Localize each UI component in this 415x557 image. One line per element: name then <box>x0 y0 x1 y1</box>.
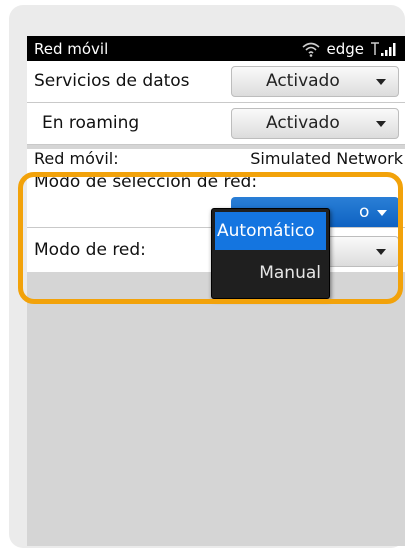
chevron-down-icon <box>376 79 386 85</box>
data-services-dropdown[interactable]: Activado <box>231 66 399 97</box>
data-services-label: Servicios de datos <box>34 71 190 91</box>
roaming-value: Activado <box>266 113 340 133</box>
chevron-down-icon <box>376 121 386 127</box>
roaming-label: En roaming <box>42 113 140 133</box>
status-bar: Red móvil edge <box>27 36 405 61</box>
data-services-value: Activado <box>266 71 340 91</box>
signal-strength-icon <box>371 41 396 56</box>
highlight-outline <box>18 172 403 304</box>
network-type: edge <box>326 39 365 58</box>
roaming-row: En roaming Activado <box>27 103 405 145</box>
data-services-row: Servicios de datos Activado <box>27 61 405 103</box>
wifi-icon <box>301 42 320 57</box>
roaming-dropdown[interactable]: Activado <box>231 108 399 139</box>
mobile-network-label: Red móvil: <box>34 149 119 168</box>
mobile-network-value: Simulated Network <box>250 149 403 168</box>
screen-title: Red móvil <box>34 39 109 58</box>
